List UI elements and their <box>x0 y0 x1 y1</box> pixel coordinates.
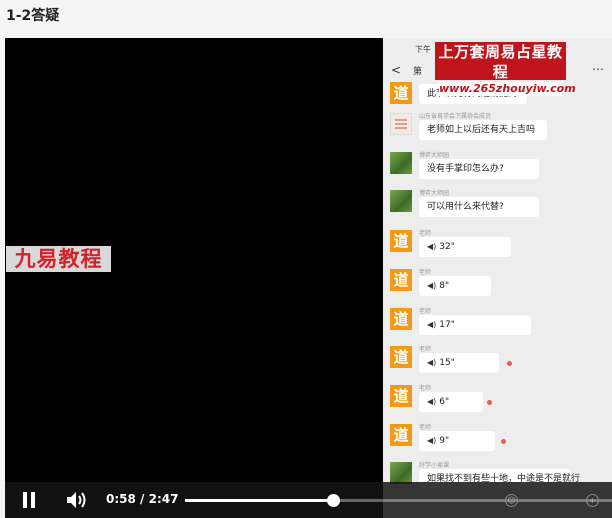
more-icon: ⋯ <box>592 62 604 76</box>
voice-message-bubble[interactable]: ◀) 9" <box>419 431 495 451</box>
watermark-top-line1: 上万套周易占星教程 <box>438 43 563 81</box>
status-time: 下午 <box>415 45 431 54</box>
sender-name: 博弈大师园 <box>419 190 450 197</box>
current-time: 0:58 <box>106 492 136 506</box>
voice-message-bubble[interactable]: ◀) 17" <box>419 315 531 335</box>
message-text: 15" <box>439 358 455 368</box>
message-text: 可以用什么来代替? <box>427 202 504 212</box>
unread-dot <box>487 400 492 405</box>
sender-name: 老师 <box>419 308 432 315</box>
plus-icon: + <box>586 494 599 507</box>
progress-bar[interactable] <box>185 494 612 507</box>
chat-message: 道老师 ◀) 17" <box>383 306 612 340</box>
speaker-icon <box>67 492 86 508</box>
chat-message: 山东省易学会下属协会成员老师如上以后还有天上吉吗 <box>383 111 612 145</box>
unread-dot <box>501 439 506 444</box>
voice-icon: ◀) <box>427 242 437 251</box>
avatar[interactable]: 道 <box>390 230 412 252</box>
message-text: 8" <box>439 281 450 291</box>
time-separator: / <box>140 492 145 506</box>
chat-message: 道老师 ◀) 9" <box>383 422 612 456</box>
message-text: 6" <box>439 397 450 407</box>
page: 1-2答疑 九易教程 下午 < 第 ⋯ 道此节讲完有问题请提问山东省易学会下属协… <box>0 0 612 518</box>
sender-name: 老师 <box>419 424 432 431</box>
sender-name: 老师 <box>419 230 432 237</box>
unread-dot <box>507 361 512 366</box>
text-message-bubble[interactable]: 没有手掌印怎么办? <box>419 159 539 179</box>
message-text: 老师如上以后还有天上吉吗 <box>427 125 536 135</box>
text-message-bubble[interactable]: 老师如上以后还有天上吉吗 <box>419 120 547 140</box>
message-text: 32" <box>439 242 455 252</box>
chat-message: 博弈大师园没有手掌印怎么办? <box>383 150 612 184</box>
duration: 2:47 <box>148 492 179 506</box>
video-player[interactable]: 九易教程 下午 < 第 ⋯ 道此节讲完有问题请提问山东省易学会下属协会成员老师如… <box>5 38 612 518</box>
avatar[interactable]: 道 <box>390 269 412 291</box>
emoji-icon: ☺ <box>505 494 518 507</box>
voice-icon: ◀) <box>427 320 437 329</box>
avatar[interactable]: 道 <box>390 82 412 104</box>
back-icon: < <box>391 63 402 77</box>
message-text: 没有手掌印怎么办? <box>427 164 504 174</box>
voice-message-bubble[interactable]: ◀) 6" <box>419 392 483 412</box>
phone-screen: 下午 < 第 ⋯ 道此节讲完有问题请提问山东省易学会下属协会成员老师如上以后还有… <box>383 38 612 518</box>
chat-message: 道老师 ◀) 32" <box>383 228 612 262</box>
watermark-left: 九易教程 <box>6 246 111 272</box>
chat-message: 道老师 ◀) 15" <box>383 344 612 378</box>
watermark-top: 上万套周易占星教程 www.265zhouyiw.com <box>435 42 576 96</box>
sender-name: 老师 <box>419 385 432 392</box>
control-bar: 0:58 / 2:47 ☺ + <box>5 482 612 518</box>
chat-message: 道老师 ◀) 8" <box>383 267 612 301</box>
avatar[interactable]: 道 <box>390 308 412 330</box>
voice-icon: ◀) <box>427 281 437 290</box>
voice-message-bubble[interactable]: ◀) 32" <box>419 237 511 257</box>
sender-name: 好学小易课 <box>419 462 450 469</box>
message-text: 9" <box>439 436 450 446</box>
sender-name: 老师 <box>419 346 432 353</box>
watermark-top-line2: www.265zhouyiw.com <box>439 82 576 96</box>
voice-icon: ◀) <box>427 397 437 406</box>
voice-icon: ◀) <box>427 436 437 445</box>
chat-title: 第 <box>413 67 423 77</box>
sender-name: 山东省易学会下属协会成员 <box>419 113 492 120</box>
time-display: 0:58 / 2:47 <box>106 492 178 506</box>
avatar[interactable]: 道 <box>390 424 412 446</box>
message-text: 17" <box>439 320 455 330</box>
avatar[interactable]: 道 <box>390 385 412 407</box>
voice-message-bubble[interactable]: ◀) 8" <box>419 276 491 296</box>
avatar[interactable]: 道 <box>390 346 412 368</box>
page-title: 1-2答疑 <box>6 8 60 24</box>
chat-message: 道老师 ◀) 6" <box>383 383 612 417</box>
progress-fill <box>185 499 333 502</box>
sender-name: 博弈大师园 <box>419 152 450 159</box>
pause-button[interactable] <box>22 492 36 508</box>
progress-handle[interactable] <box>327 494 340 507</box>
avatar[interactable] <box>390 462 412 484</box>
avatar[interactable] <box>390 152 412 174</box>
volume-button[interactable] <box>66 491 88 509</box>
avatar[interactable] <box>390 113 412 135</box>
sender-name: 老师 <box>419 269 432 276</box>
text-message-bubble[interactable]: 可以用什么来代替? <box>419 197 539 217</box>
voice-message-bubble[interactable]: ◀) 15" <box>419 353 499 373</box>
voice-icon: ◀) <box>427 358 437 367</box>
avatar[interactable] <box>390 190 412 212</box>
chat-message: 博弈大师园可以用什么来代替? <box>383 188 612 222</box>
